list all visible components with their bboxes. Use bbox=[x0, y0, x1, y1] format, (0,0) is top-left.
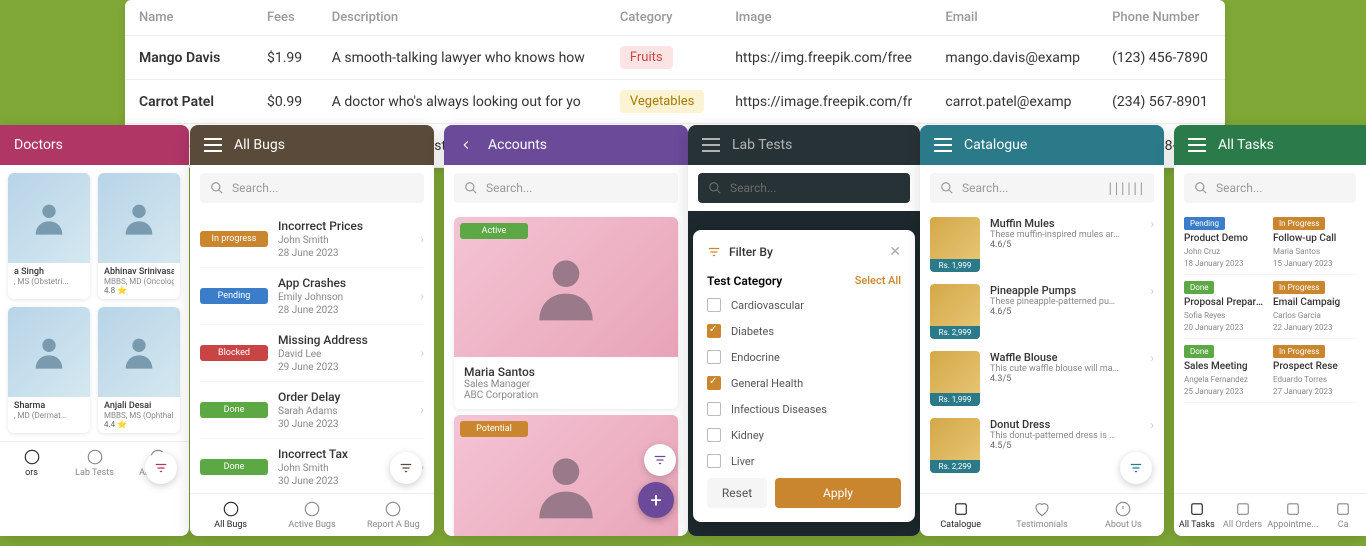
nav-item[interactable]: Active Bugs bbox=[271, 494, 352, 536]
task-card[interactable]: In ProgressEmail CampaigCarlos Garcia22 … bbox=[1273, 281, 1356, 332]
search-icon bbox=[210, 181, 224, 195]
doctor-card[interactable]: Abhinav SrinivasanMBBS, MD (Oncology)4.8… bbox=[98, 173, 180, 299]
search-icon bbox=[464, 181, 478, 195]
tasks-title: All Tasks bbox=[1218, 137, 1274, 153]
bug-item[interactable]: In progress Incorrect PricesJohn Smith28… bbox=[200, 211, 424, 268]
apply-button[interactable]: Apply bbox=[775, 478, 901, 508]
nav-item[interactable]: ors bbox=[0, 442, 63, 484]
doctors-header: Doctors bbox=[0, 125, 189, 165]
lab-header: Lab Tests bbox=[688, 125, 920, 165]
filter-option[interactable]: Kidney bbox=[707, 428, 901, 442]
checkbox[interactable] bbox=[707, 324, 721, 338]
filter-option[interactable]: General Health bbox=[707, 376, 901, 390]
nav-item[interactable]: Ca bbox=[1320, 494, 1366, 536]
doctor-card[interactable]: Sharma, MD (Dermat... bbox=[8, 307, 90, 433]
filter-button[interactable] bbox=[644, 444, 676, 476]
search-icon bbox=[708, 181, 722, 195]
checkbox[interactable] bbox=[707, 428, 721, 442]
catalogue-panel: Catalogue Search... |||||| Rs. 1,999 Muf… bbox=[920, 125, 1164, 536]
menu-icon[interactable] bbox=[1188, 138, 1206, 152]
bug-item[interactable]: Done Order DelaySarah Adams30 June 2023 … bbox=[200, 382, 424, 439]
table-row[interactable]: Mango Davis$1.99A smooth-talking lawyer … bbox=[125, 36, 1225, 80]
filter-button[interactable] bbox=[145, 452, 177, 484]
checkbox[interactable] bbox=[707, 350, 721, 364]
table-header-row: Name Fees Description Category Image Ema… bbox=[125, 0, 1225, 36]
catalogue-item[interactable]: Rs. 1,999 Waffle BlouseThis cute waffle … bbox=[930, 345, 1154, 412]
lab-panel: Lab Tests Search... Filter By ✕ Test Cat… bbox=[688, 125, 920, 536]
filter-option[interactable]: Endocrine bbox=[707, 350, 901, 364]
barcode-icon[interactable]: |||||| bbox=[1107, 181, 1144, 195]
search-icon bbox=[1194, 181, 1208, 195]
tasks-panel: All Tasks Search... PendingProduct DemoJ… bbox=[1174, 125, 1366, 536]
catalogue-header: Catalogue bbox=[920, 125, 1164, 165]
task-card[interactable]: PendingProduct DemoJohn Cruz18 January 2… bbox=[1184, 217, 1267, 268]
doctor-card[interactable]: Anjali DesaiMBBS, MS (Ophthal...4.4 ⭐ bbox=[98, 307, 180, 433]
filter-option[interactable]: Cardiovascular bbox=[707, 298, 901, 312]
task-card[interactable]: DoneSales MeetingAngela Fernandez25 Janu… bbox=[1184, 345, 1267, 396]
doctors-title: Doctors bbox=[14, 137, 63, 153]
nav-item[interactable]: About Us bbox=[1083, 494, 1164, 536]
bugs-panel: All Bugs Search... In progress Incorrect… bbox=[190, 125, 434, 536]
task-card[interactable]: DoneProposal Prepara...Sofia Reyes20 Jan… bbox=[1184, 281, 1267, 332]
nav-item[interactable]: All Orders bbox=[1220, 494, 1266, 536]
add-button[interactable]: + bbox=[638, 482, 674, 518]
nav-item[interactable]: Catalogue bbox=[920, 494, 1001, 536]
filter-button[interactable] bbox=[390, 452, 422, 484]
filter-title: Filter By bbox=[729, 245, 773, 259]
catalogue-title: Catalogue bbox=[964, 137, 1027, 153]
table-row[interactable]: Carrot Patel$0.99A doctor who's always l… bbox=[125, 80, 1225, 124]
task-row: DoneProposal Prepara...Sofia Reyes20 Jan… bbox=[1184, 275, 1356, 339]
bugs-header: All Bugs bbox=[190, 125, 434, 165]
filter-button[interactable] bbox=[1120, 452, 1152, 484]
nav-item[interactable]: All Tasks bbox=[1174, 494, 1220, 536]
filter-section-label: Test Category bbox=[707, 274, 782, 288]
menu-icon[interactable] bbox=[934, 138, 952, 152]
checkbox[interactable] bbox=[707, 402, 721, 416]
task-card[interactable]: In ProgressFollow-up CallMaria Santos15 … bbox=[1273, 217, 1356, 268]
search-input[interactable]: Search... bbox=[1184, 173, 1356, 203]
checkbox[interactable] bbox=[707, 298, 721, 312]
search-input[interactable]: Search... bbox=[200, 173, 424, 203]
catalogue-item[interactable]: Rs. 1,999 Muffin MulesThese muffin-inspi… bbox=[930, 211, 1154, 278]
accounts-title: Accounts bbox=[488, 137, 547, 153]
catalogue-item[interactable]: Rs. 2,999 Pineapple PumpsThese pineapple… bbox=[930, 278, 1154, 345]
accounts-header: Accounts bbox=[444, 125, 688, 165]
filter-modal: Filter By ✕ Test Category Select All Car… bbox=[693, 230, 915, 522]
filter-option[interactable]: Liver bbox=[707, 454, 901, 468]
search-input[interactable]: Search... |||||| bbox=[930, 173, 1154, 203]
account-card[interactable]: Active Maria SantosSales ManagerABC Corp… bbox=[454, 217, 678, 409]
checkbox[interactable] bbox=[707, 376, 721, 390]
reset-button[interactable]: Reset bbox=[707, 478, 767, 508]
checkbox[interactable] bbox=[707, 454, 721, 468]
accounts-panel: Accounts Search... Active Maria SantosSa… bbox=[444, 125, 688, 536]
filter-option[interactable]: Diabetes bbox=[707, 324, 901, 338]
search-icon bbox=[940, 181, 954, 195]
nav-item[interactable]: Testimonials bbox=[1001, 494, 1082, 536]
menu-icon[interactable] bbox=[702, 138, 720, 152]
select-all-link[interactable]: Select All bbox=[855, 274, 901, 288]
nav-item[interactable]: Lab Tests bbox=[63, 442, 126, 484]
filter-option[interactable]: Infectious Diseases bbox=[707, 402, 901, 416]
account-card[interactable]: Potential bbox=[454, 415, 678, 536]
bugs-title: All Bugs bbox=[234, 137, 285, 153]
menu-icon[interactable] bbox=[204, 138, 222, 152]
task-row: DoneSales MeetingAngela Fernandez25 Janu… bbox=[1184, 339, 1356, 403]
doctors-panel: Doctors a Singh, MS (Obstetri... Abhinav… bbox=[0, 125, 189, 536]
bug-item[interactable]: Pending App CrashesEmily Johnson28 June … bbox=[200, 268, 424, 325]
nav-item[interactable]: Appointme... bbox=[1265, 494, 1320, 536]
filter-icon bbox=[707, 245, 721, 259]
search-input: Search... bbox=[698, 173, 910, 203]
doctor-card[interactable]: a Singh, MS (Obstetri... bbox=[8, 173, 90, 299]
bug-item[interactable]: Blocked Missing AddressDavid Lee29 June … bbox=[200, 325, 424, 382]
back-icon[interactable] bbox=[458, 138, 476, 152]
tasks-header: All Tasks bbox=[1174, 125, 1366, 165]
lab-title: Lab Tests bbox=[732, 137, 792, 153]
task-row: PendingProduct DemoJohn Cruz18 January 2… bbox=[1184, 211, 1356, 275]
nav-item[interactable]: Report A Bug bbox=[353, 494, 434, 536]
close-icon[interactable]: ✕ bbox=[889, 244, 901, 260]
task-card[interactable]: In ProgressProspect ReseEduardo Torres27… bbox=[1273, 345, 1356, 396]
nav-item[interactable]: All Bugs bbox=[190, 494, 271, 536]
search-input[interactable]: Search... bbox=[454, 173, 678, 203]
